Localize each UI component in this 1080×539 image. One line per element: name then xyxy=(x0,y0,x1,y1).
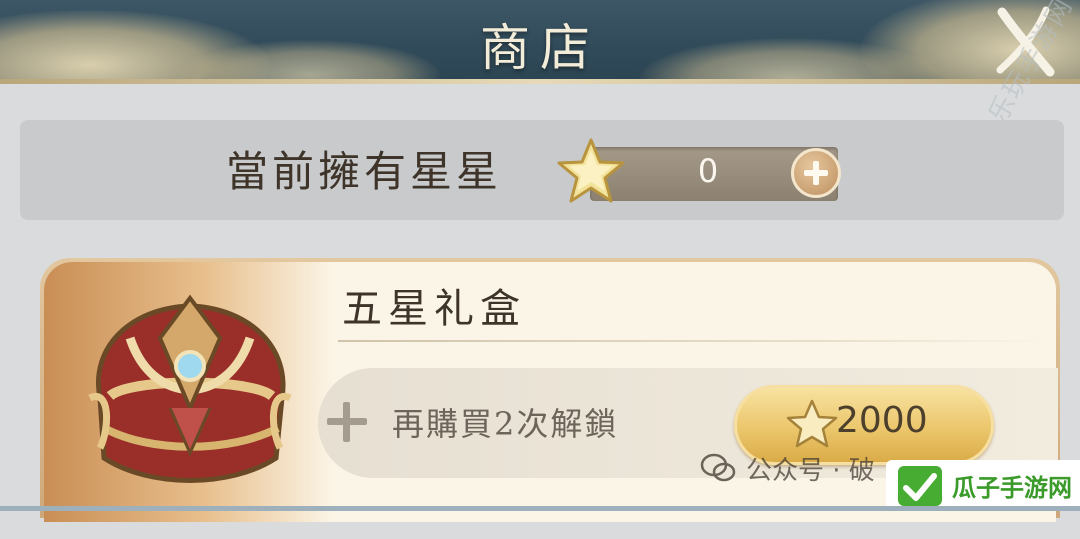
shop-header: 商店 xyxy=(0,0,1080,84)
wechat-watermark: 公众号 · 破 xyxy=(700,448,875,488)
wechat-icon xyxy=(700,453,736,482)
brand-watermark: 瓜子手游网 xyxy=(886,460,1080,511)
star-balance-bar xyxy=(20,120,1064,220)
star-balance-label: 當前擁有星星 xyxy=(226,147,503,196)
page-title: 商店 xyxy=(480,19,600,77)
add-stars-button[interactable] xyxy=(791,148,841,198)
treasure-chest-icon xyxy=(88,294,292,483)
brand-name: 瓜子手游网 xyxy=(952,474,1072,502)
star-balance-value: 0 xyxy=(697,152,719,190)
wechat-watermark-text: 公众号 · 破 xyxy=(746,455,875,486)
star-icon xyxy=(557,138,625,203)
item-name: 五星礼盒 xyxy=(342,286,526,332)
star-icon xyxy=(786,399,838,448)
card-divider xyxy=(338,340,1048,342)
brand-logo-icon xyxy=(898,465,942,506)
next-card-edge xyxy=(0,506,1080,511)
plus-icon xyxy=(325,400,369,444)
price-value: 2000 xyxy=(836,400,928,441)
unlock-condition-text: 再購買2次解鎖 xyxy=(392,405,619,443)
